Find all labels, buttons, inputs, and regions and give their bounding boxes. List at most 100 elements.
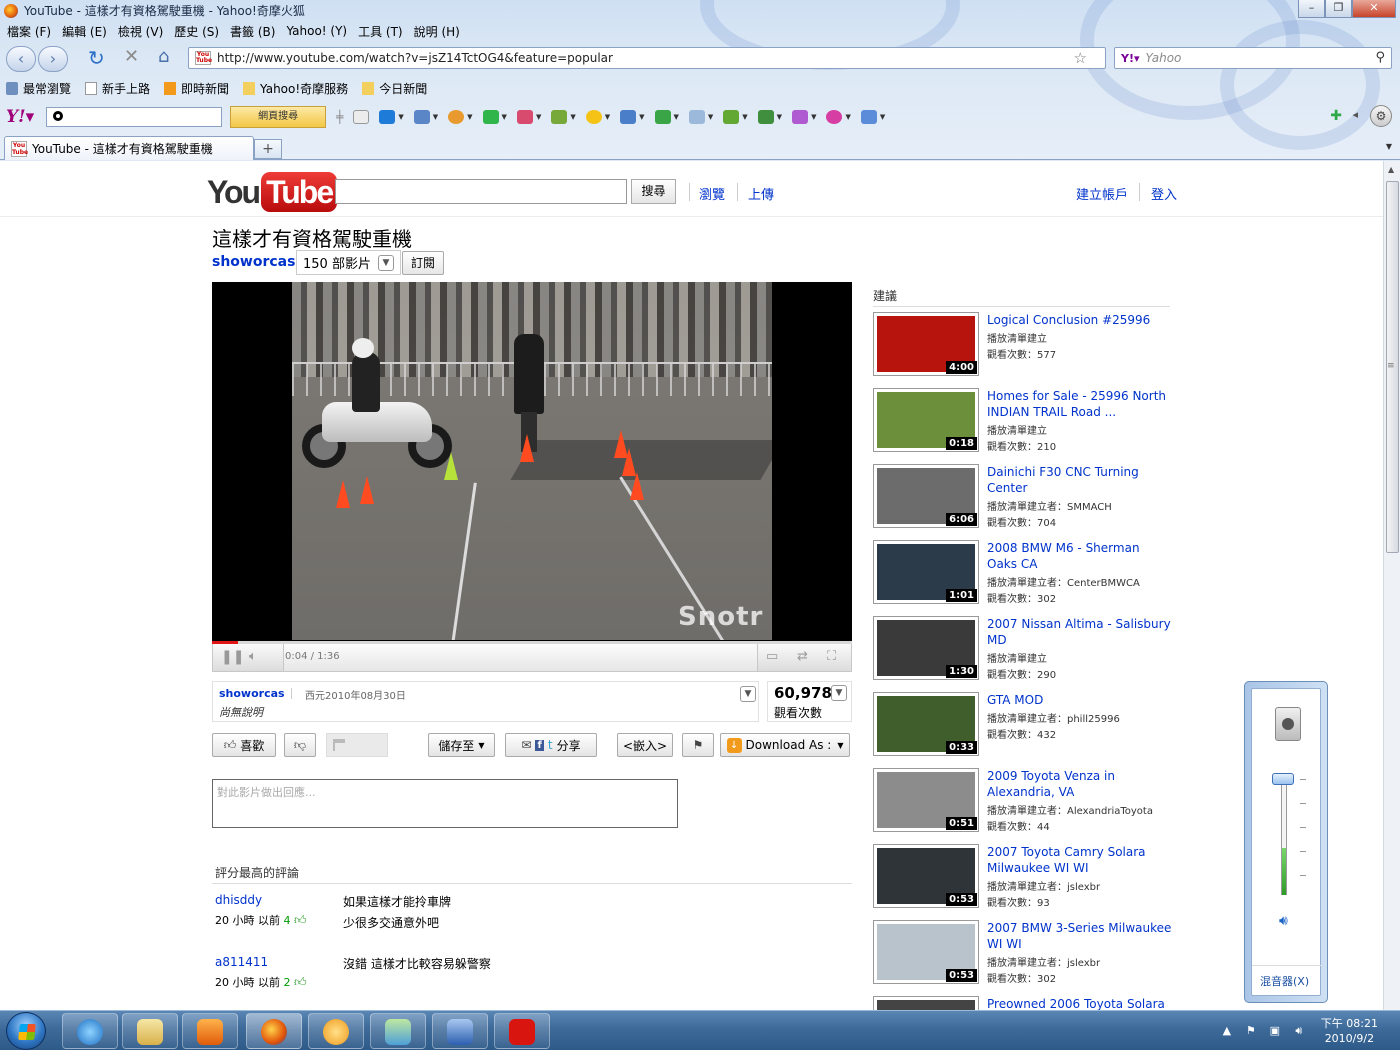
suggestion-title[interactable]: Preowned 2006 Toyota Solara xyxy=(987,996,1173,1010)
suggestion-title[interactable]: 2007 Toyota Camry Solara Milwaukee WI WI xyxy=(987,844,1173,876)
taskbar-adobe[interactable] xyxy=(494,1013,550,1049)
download-button[interactable]: ↓ Download As : ▼ xyxy=(720,733,850,757)
menu-yahoo[interactable]: Yahoo! (Y) xyxy=(286,24,347,38)
taskbar-media-player[interactable] xyxy=(182,1013,238,1049)
action-center-icon[interactable]: ⚑ xyxy=(1244,1024,1258,1038)
suggestion-title[interactable]: 2009 Toyota Venza in Alexandria, VA xyxy=(987,768,1173,800)
reload-icon[interactable]: ↻ xyxy=(88,46,105,70)
star-icon[interactable] xyxy=(482,110,499,124)
book-icon[interactable] xyxy=(551,110,568,124)
suggestion-thumbnail[interactable]: 1:01 xyxy=(873,540,979,604)
mute-speaker-icon[interactable]: 🔊︎ xyxy=(1279,913,1288,929)
mixer-link[interactable]: 混音器(X) xyxy=(1260,973,1309,989)
volume-icon[interactable]: 🔊︎ xyxy=(1292,1024,1306,1038)
upload-link[interactable]: 上傳 xyxy=(748,184,774,203)
suggestion-thumbnail[interactable]: 0:53 xyxy=(873,844,979,908)
messenger-icon[interactable] xyxy=(448,110,465,124)
suggestion-item[interactable]: 0:18 Homes for Sale - 25996 North INDIAN… xyxy=(873,388,1173,458)
flag-button[interactable]: ⚑ xyxy=(682,733,714,757)
taskbar-firefox[interactable] xyxy=(246,1013,302,1049)
suggestion-item[interactable]: 0:53 2007 BMW 3-Series Milwaukee WI WI 播… xyxy=(873,920,1173,990)
bookmark-today-news[interactable]: 今日新聞 xyxy=(362,80,427,97)
suggestion-title[interactable]: Dainichi F30 CNC Turning Center xyxy=(987,464,1173,496)
resize-icon[interactable]: ⇄ xyxy=(797,649,808,667)
youtube-search-input[interactable] xyxy=(335,179,627,204)
chevron-left-icon[interactable]: ◂ xyxy=(1352,108,1358,121)
create-account-link[interactable]: 建立帳戶 xyxy=(1076,184,1128,203)
suggestion-title[interactable]: 2008 BMW M6 - Sherman Oaks CA xyxy=(987,540,1173,572)
suggestion-thumbnail[interactable]: 0:18 xyxy=(873,388,979,452)
fullscreen-icon[interactable]: ⛶ xyxy=(827,649,836,667)
stop-icon[interactable]: ✕ xyxy=(124,46,139,67)
save-to-button[interactable]: 儲存至 ▼ xyxy=(428,733,495,757)
tab-list-icon[interactable]: ▼ xyxy=(1386,142,1392,151)
share-button[interactable]: ✉ f t 分享 xyxy=(505,733,597,757)
comment-input[interactable]: 對此影片做出回應... xyxy=(212,779,678,828)
sign-in-link[interactable]: 登入 xyxy=(1151,184,1177,203)
maximize-button[interactable]: ❐ xyxy=(1325,0,1352,18)
suggestion-title[interactable]: Homes for Sale - 25996 North INDIAN TRAI… xyxy=(987,388,1173,420)
dislike-button[interactable]: 👎︎ xyxy=(284,733,316,757)
add-icon[interactable]: ✚ xyxy=(1330,108,1342,124)
suggestion-thumbnail[interactable]: 0:33 xyxy=(873,692,979,756)
taskbar-messenger[interactable] xyxy=(370,1013,426,1049)
youtube-logo[interactable]: You Tube xyxy=(207,172,338,212)
suggestion-title[interactable]: 2007 Nissan Altima - Salisbury MD xyxy=(987,616,1173,648)
suggestion-title[interactable]: 2007 BMW 3-Series Milwaukee WI WI xyxy=(987,920,1173,952)
youtube-search-button[interactable]: 搜尋 xyxy=(631,179,676,204)
suggestion-item[interactable]: 1:30 2007 Nissan Altima - Salisbury MD 播… xyxy=(873,616,1173,686)
forward-button[interactable]: › xyxy=(38,46,68,72)
bookmark-yahoo-services[interactable]: Yahoo!奇摩服務 xyxy=(243,80,348,97)
menu-file[interactable]: 檔案 (F) xyxy=(7,23,51,40)
yahoo-search-icon[interactable]: Y!▾ xyxy=(1121,52,1140,65)
yahoo-logo-icon[interactable]: Y!▾ xyxy=(6,107,34,127)
mail-icon[interactable] xyxy=(413,110,430,124)
suggestion-item[interactable]: 0:33 GTA MOD 播放清單建立者：phill25996 觀看次數：432 xyxy=(873,692,1173,762)
minimize-button[interactable]: – xyxy=(1298,0,1325,18)
comment-user[interactable]: dhisddy xyxy=(215,893,262,907)
video-player[interactable]: Snotr xyxy=(212,282,852,642)
menu-bookmarks[interactable]: 書籤 (B) xyxy=(230,23,275,40)
bookmark-star-icon[interactable]: ☆ xyxy=(1074,49,1087,67)
heart-icon[interactable] xyxy=(792,110,809,124)
tab-youtube[interactable]: You Tube YouTube - 這樣才有資格駕駛重機 xyxy=(4,136,254,160)
new-tab-button[interactable]: + xyxy=(254,139,282,159)
volume-icon[interactable]: 🔈︎ xyxy=(249,649,257,667)
box-icon[interactable] xyxy=(688,110,705,124)
taskbar-ie[interactable] xyxy=(62,1013,118,1049)
suggestion-item[interactable]: Preowned 2006 Toyota Solara xyxy=(873,996,1173,1010)
search-bar[interactable]: Y!▾ Yahoo ⚲ xyxy=(1114,47,1392,69)
network-icon[interactable]: ▣ xyxy=(1268,1024,1282,1038)
like-button[interactable]: 👍︎ 喜歡 xyxy=(212,733,276,757)
menu-history[interactable]: 歷史 (S) xyxy=(174,23,219,40)
speaker-icon[interactable] xyxy=(1275,707,1301,741)
chevron-down-icon[interactable]: ▼ xyxy=(377,254,394,271)
suggestion-thumbnail[interactable]: 1:30 xyxy=(873,616,979,680)
vertical-scrollbar[interactable]: ▲ ≡ xyxy=(1383,161,1400,1010)
thumbs-up-icon[interactable]: 👍︎ xyxy=(294,975,307,989)
suggestion-thumbnail[interactable]: 0:53 xyxy=(873,920,979,984)
channel-video-count[interactable]: 150 部影片 ▼ xyxy=(296,250,401,275)
pencil-icon[interactable] xyxy=(353,110,370,124)
menu-edit[interactable]: 編輯 (E) xyxy=(62,23,107,40)
suggestion-title[interactable]: Logical Conclusion #25996 xyxy=(987,312,1173,328)
address-bar[interactable]: You Tube http://www.youtube.com/watch?v=j… xyxy=(188,47,1106,69)
home-icon[interactable]: ⌂ xyxy=(158,46,169,67)
bookmark-news[interactable]: 即時新聞 xyxy=(164,80,229,97)
video-frame[interactable]: Snotr xyxy=(292,282,772,640)
puzzle-icon[interactable] xyxy=(654,110,671,124)
menu-help[interactable]: 說明 (H) xyxy=(414,23,460,40)
pause-icon[interactable]: ❚❚ xyxy=(221,649,244,667)
back-button[interactable]: ‹ xyxy=(6,46,36,72)
shield-icon[interactable] xyxy=(620,110,637,124)
suggestion-thumbnail[interactable]: 0:51 xyxy=(873,768,979,832)
menu-tools[interactable]: 工具 (T) xyxy=(358,23,403,40)
thumbs-up-icon[interactable]: 👍︎ xyxy=(294,913,307,927)
gear-icon[interactable]: ⚙ xyxy=(1370,105,1392,127)
start-button[interactable] xyxy=(6,1012,46,1050)
embed-button[interactable]: <嵌入> xyxy=(617,733,673,757)
taskbar-app[interactable] xyxy=(308,1013,364,1049)
clock[interactable]: 下午 08:21 2010/9/2 xyxy=(1321,1016,1378,1046)
suggestion-item[interactable]: 0:53 2007 Toyota Camry Solara Milwaukee … xyxy=(873,844,1173,914)
suggestion-thumbnail[interactable]: 6:06 xyxy=(873,464,979,528)
